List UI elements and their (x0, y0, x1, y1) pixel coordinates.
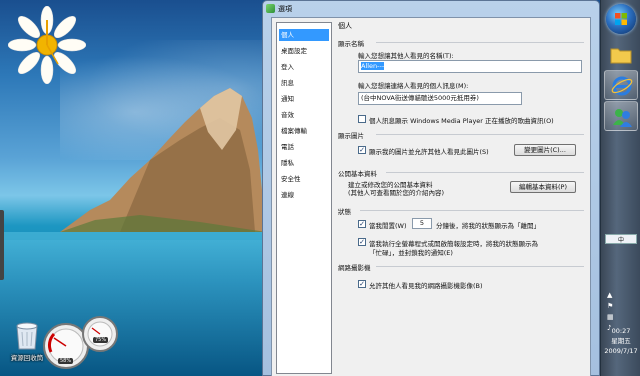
section-public-profile: 公開基本資料 (338, 170, 377, 178)
category-list: 個人 桌面設定 登入 訊息 通知 音效 檔案傳輸 電話 隱私 安全性 連線 (276, 22, 332, 374)
show-picture-label: 顯示我的圖片並允許其他人看見此圖片(S) (369, 148, 489, 156)
idle-away-prefix: 當我閒置(W) (369, 222, 407, 230)
taskbar: 中 ▲ ⚑ ▦ ♪ 00:27 星期五 2009/7/17 (600, 0, 640, 376)
personal-message-input[interactable]: (台中NOVA街送傳貓聽送5000元抵用券) (358, 92, 522, 105)
nav-item-security[interactable]: 安全性 (279, 173, 329, 185)
system-tray: 中 ▲ ⚑ ▦ ♪ 00:27 星期五 2009/7/17 (601, 230, 640, 376)
nav-item-personal[interactable]: 個人 (279, 29, 329, 41)
nav-item-phone[interactable]: 電話 (279, 141, 329, 153)
section-display-picture: 顯示圖片 (338, 132, 364, 140)
tray-clock[interactable]: 00:27 星期五 2009/7/17 (601, 326, 640, 356)
windows-logo-icon (615, 13, 627, 25)
memory-gauge-value: 75% (93, 337, 109, 343)
personal-message-label: 輸入您想讓連絡人看見的個人訊息(M): (358, 82, 469, 90)
nav-item-sign-in[interactable]: 登入 (279, 61, 329, 73)
messenger-buddy-icon (613, 109, 632, 127)
nav-item-connection[interactable]: 連線 (279, 189, 329, 201)
section-status: 狀態 (338, 208, 351, 216)
clock-day: 星期五 (611, 337, 631, 345)
allow-webcam-checkbox[interactable]: ✓ (358, 280, 366, 288)
side-handle[interactable] (0, 210, 4, 280)
nav-item-desktop-settings[interactable]: 桌面設定 (279, 45, 329, 57)
nav-item-sounds[interactable]: 音效 (279, 109, 329, 121)
pane-title: 個人 (338, 22, 352, 30)
idle-away-checkbox[interactable]: ✓ (358, 220, 366, 228)
idle-minutes-input[interactable]: 5 (412, 218, 432, 229)
busy-fullscreen-checkbox[interactable]: ✓ (358, 238, 366, 246)
divider (386, 172, 584, 173)
change-picture-button[interactable]: 變更圖片(C)... (514, 144, 576, 156)
public-profile-desc-2: (其他人可查看關於您的介紹內容) (348, 189, 445, 197)
idle-away-suffix: 分鐘後，將我的狀態顯示為「離開」 (436, 222, 540, 230)
dialog-body: 個人 桌面設定 登入 訊息 通知 音效 檔案傳輸 電話 隱私 安全性 連線 個人… (271, 17, 591, 376)
taskbar-messenger-button[interactable] (604, 101, 638, 131)
nav-item-file-transfer[interactable]: 檔案傳輸 (279, 125, 329, 137)
cpu-gauge-value: 58% (58, 358, 74, 364)
nav-item-privacy[interactable]: 隱私 (279, 157, 329, 169)
show-hidden-icons[interactable]: ▲ (607, 290, 637, 301)
taskbar-explorer-button[interactable] (604, 40, 638, 70)
divider (360, 210, 584, 211)
show-media-label: 個人訊息顯示 Windows Media Player 正在播放的歌曲資訊(O) (369, 117, 554, 125)
divider (376, 266, 584, 267)
display-name-label: 輸入您想讓其他人看見的名稱(T): (358, 52, 454, 60)
start-button[interactable] (606, 4, 636, 34)
recycle-bin-icon (16, 322, 38, 350)
section-display-name: 顯示名稱 (338, 40, 364, 48)
settings-pane: 個人 顯示名稱 輸入您想讓其他人看見的名稱(T): Allen--- 輸入您想讓… (336, 18, 590, 376)
divider (376, 134, 584, 135)
busy-fullscreen-label-2: 「忙碌」，並封鎖我的通知(E) (369, 249, 453, 257)
clock-date: 2009/7/17 (604, 347, 638, 355)
taskbar-ie-button[interactable] (604, 70, 638, 100)
display-name-value: Allen--- (361, 62, 385, 70)
ime-indicator[interactable]: 中 (605, 234, 637, 244)
folder-icon (610, 48, 632, 64)
clock-gadget[interactable] (8, 6, 86, 84)
options-window: 選項 個人 桌面設定 登入 訊息 通知 音效 檔案傳輸 電話 隱私 安全性 連線… (262, 0, 600, 376)
edit-profile-button[interactable]: 編輯基本資料(P) (510, 181, 576, 193)
title-bar[interactable]: 選項 (263, 1, 599, 17)
ime-mode-label: 中 (617, 236, 624, 244)
network-icon[interactable]: ▦ (607, 312, 637, 323)
display-name-input[interactable]: Allen--- (358, 60, 582, 73)
window-title: 選項 (278, 5, 292, 13)
allow-webcam-label: 允許其他人看見我的網路攝影機影像(B) (369, 282, 483, 290)
divider (376, 42, 584, 43)
show-picture-checkbox[interactable]: ✓ (358, 146, 366, 154)
nav-item-alerts[interactable]: 通知 (279, 93, 329, 105)
internet-explorer-icon (611, 76, 633, 96)
clock-time: 00:27 (611, 327, 631, 335)
section-webcam: 網路攝影機 (338, 264, 371, 272)
messenger-icon (266, 4, 275, 13)
nav-item-messages[interactable]: 訊息 (279, 77, 329, 89)
show-media-checkbox[interactable] (358, 115, 366, 123)
flag-icon[interactable]: ⚑ (607, 301, 637, 312)
